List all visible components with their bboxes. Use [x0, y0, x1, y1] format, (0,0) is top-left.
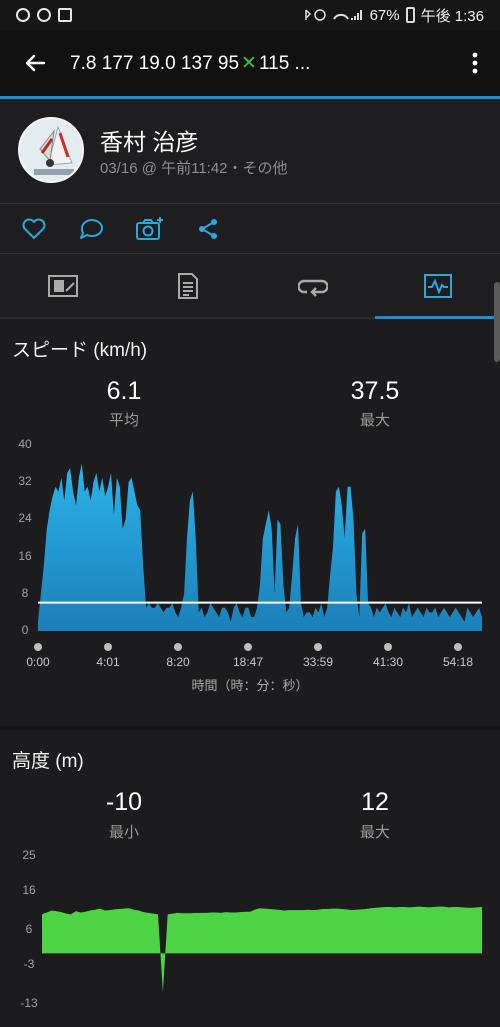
speed-x-tick: 0:00 [26, 655, 50, 669]
battery-icon [405, 7, 415, 23]
back-button[interactable] [0, 30, 70, 96]
speed-x-tick: 41:30 [372, 655, 404, 669]
comment-button[interactable] [68, 204, 116, 254]
user-name: 香村 治彦 [100, 129, 199, 155]
share-icon [199, 218, 217, 239]
clock: 午後 1:36 [420, 7, 484, 25]
speed-avg-value: 6.1 [106, 377, 142, 405]
avatar[interactable] [18, 117, 84, 183]
tab-charts[interactable] [375, 254, 500, 319]
details-document-icon [177, 272, 198, 299]
speed-avg-label: 平均 [108, 412, 139, 429]
activity-tabs [0, 254, 500, 319]
altitude-min-value: -10 [105, 788, 143, 816]
altitude-max-value: 12 [361, 788, 389, 816]
laps-loop-icon [297, 279, 328, 297]
speed-chart [38, 463, 482, 631]
speed-title: スピード (km/h) [12, 340, 148, 361]
status-bar: 67% 午後 1:36 [0, 0, 500, 30]
gallery-icon [58, 8, 72, 22]
speed-area-series [38, 463, 482, 631]
speed-x-tick-marker [454, 643, 462, 651]
speed-section: スピード (km/h) 6.1 平均 37.5 最大 40 32 24 16 8 0 0:… [0, 321, 500, 726]
back-arrow-icon [25, 54, 46, 72]
battery-percent: 67% [369, 6, 400, 24]
signal-icons [304, 9, 362, 21]
speed-x-tick: 8:20 [166, 655, 190, 669]
refresh-icon [37, 8, 51, 22]
status-icons-left [16, 8, 72, 22]
altitude-section: 高度 (m) -10 最小 12 最大 25 16 6 -3 -13 [0, 730, 500, 1027]
tab-overview[interactable] [0, 254, 125, 317]
status-icons-right: 67% 午後 1:36 [304, 5, 484, 26]
speed-x-tick-marker [104, 643, 112, 651]
altitude-max-label: 最大 [359, 824, 390, 841]
speed-x-tick-marker [314, 643, 322, 651]
charts-icon [423, 273, 452, 298]
speed-x-tick: 4:01 [96, 655, 120, 669]
like-button[interactable] [10, 204, 58, 254]
title-stats-before: 7.8 177 19.0 137 95 [70, 52, 240, 74]
scrollbar[interactable] [494, 282, 500, 362]
speed-x-tick-marker [244, 643, 252, 651]
altitude-title: 高度 (m) [12, 751, 84, 772]
sync-icon [16, 8, 30, 22]
add-photo-button[interactable] [126, 204, 174, 254]
speed-x-axis-label: 時間（時：分：秒） [191, 678, 309, 693]
tab-details[interactable] [125, 254, 250, 317]
speed-x-tick-marker [34, 643, 42, 651]
overview-flag-icon [47, 274, 78, 297]
windsurf-photo [20, 119, 82, 181]
activity-title: 7.8 177 19.0 137 95 ✕ 115 ... [70, 52, 450, 75]
overflow-menu-button[interactable] [450, 52, 500, 74]
speed-x-tick: 54:18 [442, 655, 474, 669]
speed-x-tick: 33:59 [302, 655, 334, 669]
title-stats-after: 115 ... [258, 52, 311, 74]
activity-meta: 03/16 @ 午前11:42・その他 [100, 160, 288, 177]
more-vertical-icon [472, 52, 478, 74]
share-button[interactable] [184, 204, 232, 254]
speed-x-tick-marker [384, 643, 392, 651]
camera-add-icon [136, 216, 163, 240]
altitude-min-label: 最小 [108, 824, 139, 841]
heart-icon [22, 218, 46, 239]
comment-bubble-icon [80, 218, 103, 239]
altitude-area-series [42, 906, 482, 993]
action-row [0, 204, 500, 254]
speed-x-tick-marker [174, 643, 182, 651]
speed-x-tick: 18:47 [232, 655, 264, 669]
cross-icon: ✕ [241, 52, 257, 74]
tab-laps[interactable] [250, 254, 375, 317]
altitude-chart [42, 906, 482, 993]
app-bar: 7.8 177 19.0 137 95 ✕ 115 ... [0, 30, 500, 96]
speed-max-value: 37.5 [350, 377, 400, 405]
speed-max-label: 最大 [359, 412, 390, 429]
profile-header: 香村 治彦 03/16 @ 午前11:42・その他 [0, 99, 500, 204]
